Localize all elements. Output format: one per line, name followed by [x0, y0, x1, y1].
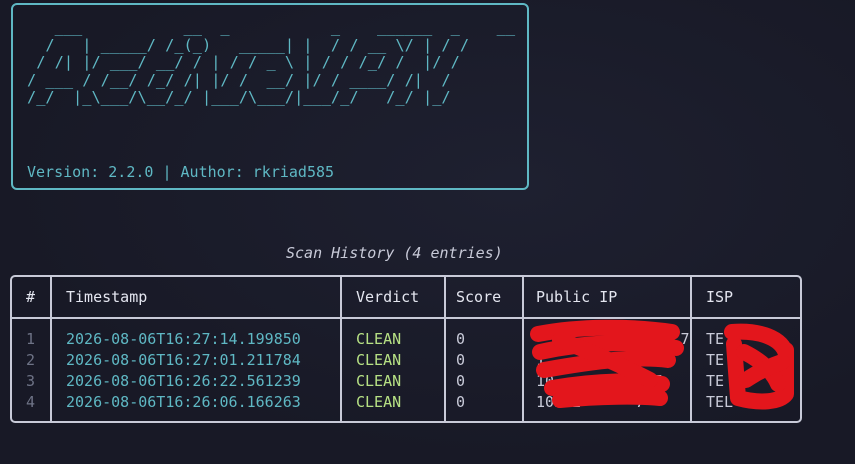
row-isp: TEL	[706, 393, 761, 411]
column-header-index: #	[26, 288, 36, 306]
column-divider	[690, 277, 692, 421]
row-public-ip: 10 .147	[536, 372, 663, 390]
row-public-ip: . . 7	[536, 330, 690, 348]
ascii-line: / ___ / /__/ /_/ /| |/ / __/ |/ / ____/ …	[27, 70, 451, 89]
row-timestamp: 2026-08-06T16:26:06.166263	[66, 393, 301, 411]
row-score: 0	[456, 393, 466, 411]
row-timestamp: 2026-08-06T16:27:01.211784	[66, 351, 301, 369]
column-divider	[522, 277, 524, 421]
ascii-line: /_/ |_\___/\__/_/ |___/\___/|___/_/ /_/ …	[27, 88, 451, 106]
column-header-isp: ISP	[706, 288, 734, 306]
row-timestamp: 2026-08-06T16:26:22.561239	[66, 372, 301, 390]
row-score: 0	[456, 372, 466, 390]
column-header-score: Score	[456, 288, 502, 306]
row-isp: TE	[706, 351, 761, 369]
row-isp: TE	[706, 330, 761, 348]
ascii-line: ___ __ _ _ ______ _ __	[27, 18, 516, 36]
header-divider	[12, 317, 800, 319]
row-public-ip: 1 .279.106.	[536, 351, 663, 369]
column-header-verdict: Verdict	[356, 288, 420, 306]
column-divider	[340, 277, 342, 421]
row-verdict: CLEAN	[356, 372, 402, 390]
column-divider	[444, 277, 446, 421]
column-divider	[50, 277, 52, 421]
row-index: 2	[26, 351, 36, 369]
row-public-ip: 103.2 7	[536, 393, 645, 411]
banner-box: ___ __ _ _ ______ _ __ / | _____/ /_(_) …	[11, 3, 529, 190]
row-verdict: CLEAN	[356, 330, 402, 348]
ascii-line: / /| |/ ___/ __/ / | / / _ \ | / / /_/ /…	[27, 53, 460, 71]
row-timestamp: 2026-08-06T16:27:14.199850	[66, 330, 301, 348]
row-verdict: CLEAN	[356, 393, 402, 411]
row-score: 0	[456, 330, 466, 348]
column-header-timestamp: Timestamp	[66, 288, 148, 306]
row-verdict: CLEAN	[356, 351, 402, 369]
ascii-logo: ___ __ _ _ ______ _ __ / | _____/ /_(_) …	[27, 18, 516, 107]
row-index: 4	[26, 393, 36, 411]
row-isp: TE	[706, 372, 761, 390]
row-index: 3	[26, 372, 36, 390]
version-author: Version: 2.2.0 | Author: rkriad585	[27, 163, 335, 181]
column-header-public-ip: Public IP	[536, 288, 618, 306]
ascii-line: / | _____/ /_(_) _____| | / / __ \/ | / …	[27, 35, 470, 54]
history-table: # Timestamp Verdict Score Public IP ISP …	[10, 275, 802, 423]
row-score: 0	[456, 351, 466, 369]
history-title: Scan History (4 entries)	[286, 244, 503, 262]
row-index: 1	[26, 330, 36, 348]
